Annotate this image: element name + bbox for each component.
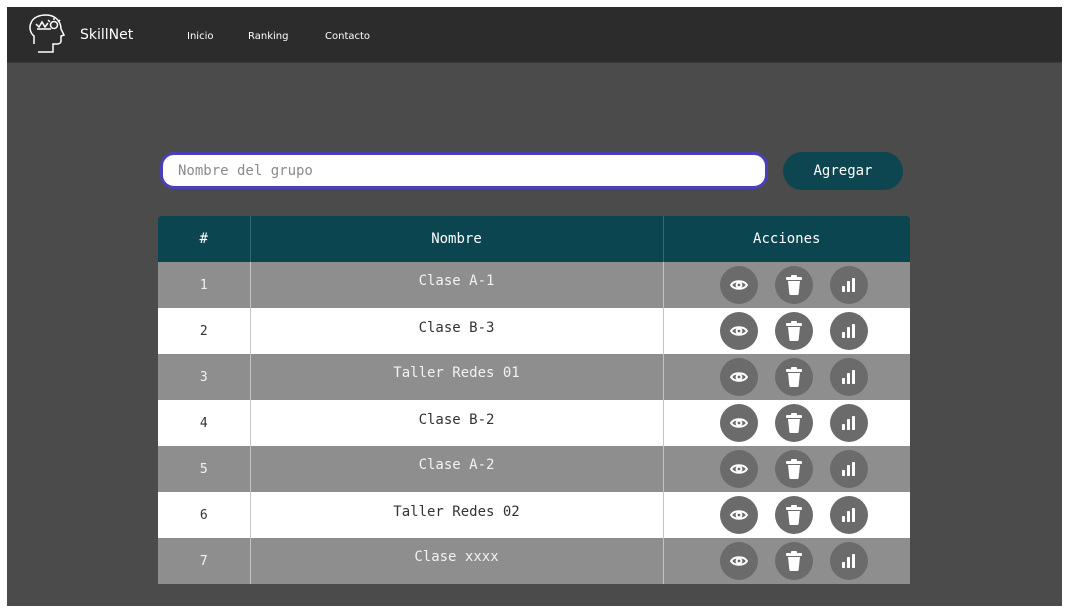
header-number: # [158, 216, 251, 262]
trash-icon [785, 505, 802, 525]
row-number: 5 [158, 446, 251, 492]
view-button[interactable] [719, 404, 758, 442]
delete-button[interactable] [774, 358, 813, 396]
view-button[interactable] [719, 312, 758, 350]
add-group-button[interactable]: Agregar [783, 152, 903, 190]
chart-icon [841, 324, 857, 338]
head-logo-icon[interactable] [27, 13, 67, 55]
row-number: 7 [158, 538, 251, 584]
view-icon [729, 554, 748, 568]
nav-link-contacto[interactable]: Contacto [325, 31, 370, 42]
row-name: Clase A-2 [250, 446, 664, 492]
trash-icon [785, 275, 802, 295]
view-button[interactable] [719, 496, 758, 534]
nav-link-inicio[interactable]: Inicio [187, 31, 213, 42]
row-number: 6 [158, 492, 251, 538]
row-number: 4 [158, 400, 251, 446]
stats-button[interactable] [829, 404, 868, 442]
view-icon [729, 324, 748, 338]
row-number: 2 [158, 308, 251, 354]
stats-button[interactable] [829, 358, 868, 396]
action-buttons [678, 266, 911, 304]
view-icon [729, 462, 748, 476]
row-actions [663, 262, 910, 308]
delete-button[interactable] [774, 450, 813, 488]
stats-button[interactable] [829, 266, 868, 304]
view-button[interactable] [719, 450, 758, 488]
delete-button[interactable] [774, 496, 813, 534]
view-icon [729, 416, 748, 430]
view-icon [729, 508, 748, 522]
row-name: Taller Redes 02 [250, 492, 664, 538]
row-actions [663, 446, 910, 492]
delete-button[interactable] [774, 266, 813, 304]
action-buttons [678, 542, 911, 580]
chart-icon [841, 554, 857, 568]
row-number: 3 [158, 354, 251, 400]
nav-link-ranking[interactable]: Ranking [248, 31, 288, 42]
header-name: Nombre [250, 216, 664, 262]
row-name: Clase A-1 [250, 262, 664, 308]
table-row: 4 Clase B-2 [158, 400, 910, 446]
stats-button[interactable] [829, 312, 868, 350]
row-number: 1 [158, 262, 251, 308]
app-frame: SkillNet Inicio Ranking Contacto Agregar… [7, 7, 1062, 606]
stats-button[interactable] [829, 542, 868, 580]
row-actions [663, 492, 910, 538]
brand-name[interactable]: SkillNet [80, 27, 133, 43]
row-name: Clase B-3 [250, 308, 664, 354]
action-buttons [678, 496, 911, 534]
view-icon [729, 370, 748, 384]
chart-icon [841, 462, 857, 476]
table-row: 6 Taller Redes 02 [158, 492, 910, 538]
chart-icon [841, 508, 857, 522]
row-name: Clase xxxx [250, 538, 664, 584]
row-actions [663, 400, 910, 446]
row-name: Taller Redes 01 [250, 354, 664, 400]
group-name-input[interactable] [160, 152, 768, 189]
view-button[interactable] [719, 266, 758, 304]
view-button[interactable] [719, 358, 758, 396]
table-body: 1 Clase A-1 2 Clase B-3 3 Taller Redes 01 4 Cla… [158, 262, 910, 584]
action-buttons [678, 312, 911, 350]
table-row: 5 Clase A-2 [158, 446, 910, 492]
delete-button[interactable] [774, 404, 813, 442]
header-actions: Acciones [663, 216, 910, 262]
view-button[interactable] [719, 542, 758, 580]
table-header-row: # Nombre Acciones [158, 216, 910, 262]
chart-icon [841, 278, 857, 292]
delete-button[interactable] [774, 542, 813, 580]
table-row: 1 Clase A-1 [158, 262, 910, 308]
stats-button[interactable] [829, 450, 868, 488]
action-buttons [678, 450, 911, 488]
stats-button[interactable] [829, 496, 868, 534]
table-row: 7 Clase xxxx [158, 538, 910, 584]
row-actions [663, 538, 910, 584]
trash-icon [785, 459, 802, 479]
delete-button[interactable] [774, 312, 813, 350]
action-buttons [678, 404, 911, 442]
trash-icon [785, 367, 802, 387]
action-buttons [678, 358, 911, 396]
trash-icon [785, 551, 802, 571]
groups-table-container: # Nombre Acciones 1 Clase A-1 2 Clase B-3 3 T… [158, 216, 910, 584]
chart-icon [841, 416, 857, 430]
chart-icon [841, 370, 857, 384]
navbar: SkillNet Inicio Ranking Contacto [7, 7, 1062, 63]
table-row: 2 Clase B-3 [158, 308, 910, 354]
groups-table: # Nombre Acciones 1 Clase A-1 2 Clase B-3 3 T… [158, 216, 910, 584]
row-actions [663, 308, 910, 354]
trash-icon [785, 413, 802, 433]
row-actions [663, 354, 910, 400]
trash-icon [785, 321, 802, 341]
table-row: 3 Taller Redes 01 [158, 354, 910, 400]
row-name: Clase B-2 [250, 400, 664, 446]
view-icon [729, 278, 748, 292]
